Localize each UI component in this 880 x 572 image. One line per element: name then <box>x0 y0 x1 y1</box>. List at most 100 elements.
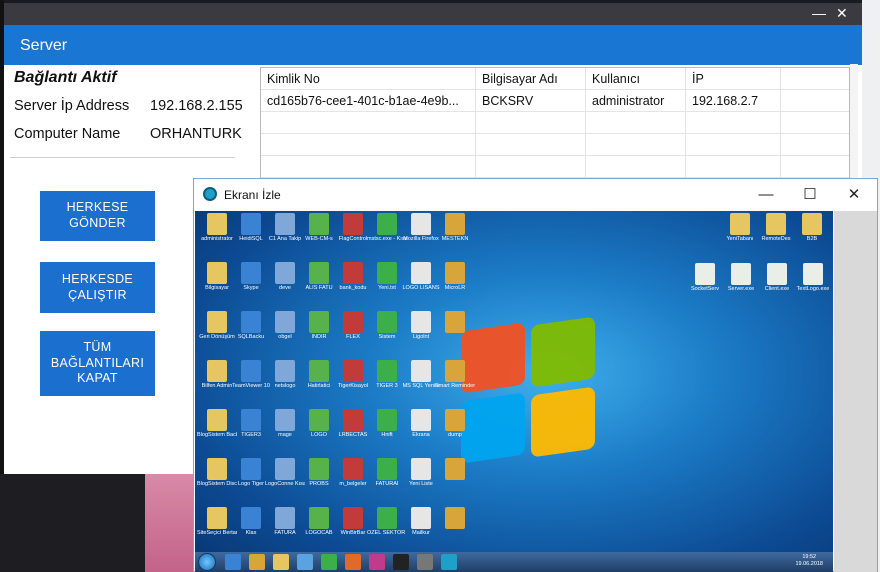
file-icon <box>275 409 295 431</box>
background-dark <box>0 474 145 572</box>
desktop-icon[interactable]: B2B <box>792 213 832 243</box>
terminal-icon[interactable] <box>393 554 409 570</box>
file-icon <box>377 262 397 284</box>
column-header[interactable]: Kullanıcı <box>586 68 686 89</box>
button-line: KAPAT <box>77 371 118 386</box>
desktop-icon[interactable]: Smart Reminder <box>435 360 475 390</box>
connection-status: Bağlantı Aktif <box>14 69 117 86</box>
maximize-icon[interactable]: ☐ <box>790 183 830 207</box>
desktop-icon-label: MESTEKN <box>441 236 469 242</box>
file-icon <box>343 262 363 284</box>
file-icon <box>343 507 363 529</box>
file-icon <box>309 360 329 382</box>
desktop-icon[interactable]: SocketServ <box>685 263 725 293</box>
excel-icon[interactable] <box>321 554 337 570</box>
minimize-icon[interactable]: — <box>812 5 826 21</box>
close-icon[interactable]: ✕ <box>834 183 874 207</box>
table-row <box>261 134 849 156</box>
file-icon <box>802 213 822 235</box>
desktop-icon[interactable]: Server.exe <box>721 263 761 293</box>
server-titlebar[interactable]: — ✕ <box>4 3 862 25</box>
file-icon <box>411 311 431 333</box>
taskbar[interactable]: 19:52 19.06.2018 <box>195 552 833 572</box>
file-icon <box>309 213 329 235</box>
minimize-icon[interactable]: — <box>746 183 786 207</box>
media-icon[interactable] <box>249 554 265 570</box>
taskbar-clock[interactable]: 19:52 19.06.2018 <box>795 554 823 568</box>
desktop-icon-label: Server.exe <box>727 286 755 292</box>
column-header[interactable]: İP <box>686 68 781 89</box>
file-icon <box>343 458 363 480</box>
file-icon <box>767 263 787 285</box>
firefox-icon[interactable] <box>345 554 361 570</box>
table-cell[interactable]: BCKSRV <box>476 90 586 111</box>
file-icon <box>411 458 431 480</box>
desktop-icon[interactable]: dump <box>435 409 475 439</box>
column-header[interactable]: Kimlik No <box>261 68 476 89</box>
file-icon <box>411 409 431 431</box>
desktop-icon[interactable] <box>435 311 475 334</box>
column-header[interactable]: Bilgisayar Adı <box>476 68 586 89</box>
close-all-connections-button[interactable]: TÜM BAĞLANTILARI KAPAT <box>40 331 155 396</box>
server-ip-label: Server İp Address <box>14 98 130 114</box>
file-icon <box>241 360 261 382</box>
start-button-icon[interactable] <box>198 553 216 571</box>
close-icon[interactable]: ✕ <box>836 5 848 22</box>
desktop-icon[interactable]: YeniTabanı <box>720 213 760 243</box>
file-icon <box>241 507 261 529</box>
desktop-icon[interactable]: Client.exe <box>757 263 797 293</box>
folder-icon[interactable] <box>273 554 289 570</box>
table-cell[interactable]: 192.168.2.7 <box>686 90 781 111</box>
desktop-icon[interactable]: MicroLR <box>435 262 475 292</box>
file-icon <box>275 213 295 235</box>
file-icon <box>207 409 227 431</box>
file-icon <box>343 213 363 235</box>
table-cell[interactable] <box>781 90 849 111</box>
file-icon <box>275 262 295 284</box>
file-icon <box>275 360 295 382</box>
run-all-button[interactable]: HERKESDE ÇALIŞTIR <box>40 262 155 313</box>
button-line: BAĞLANTILARI <box>50 355 145 370</box>
app-icon[interactable] <box>369 554 385 570</box>
file-icon <box>411 507 431 529</box>
ie-icon[interactable] <box>225 554 241 570</box>
send-all-button[interactable]: HERKESE GÖNDER <box>40 191 155 241</box>
table-row <box>261 112 849 134</box>
screen-view-window: Ekranı İzle — ☐ ✕ administrator HeidiSQL C… <box>193 178 878 572</box>
desktop-icon-label: Client.exe <box>764 286 790 292</box>
window-title: Server <box>4 25 862 65</box>
file-icon <box>309 409 329 431</box>
file-icon <box>445 213 465 235</box>
view-margin <box>834 211 877 572</box>
app-icon[interactable] <box>441 554 457 570</box>
server-ip-value: 192.168.2.155 <box>150 98 243 114</box>
file-icon <box>241 262 261 284</box>
desktop-icon[interactable]: RemoteDes <box>756 213 796 243</box>
file-icon <box>695 263 715 285</box>
app-icon[interactable] <box>417 554 433 570</box>
desktop-icon[interactable] <box>435 507 475 530</box>
file-icon <box>207 262 227 284</box>
file-icon <box>377 458 397 480</box>
file-icon <box>275 458 295 480</box>
file-icon <box>241 458 261 480</box>
file-icon <box>241 213 261 235</box>
table-cell[interactable]: cd165b76-cee1-401c-b1ae-4e9b... <box>261 90 476 111</box>
file-icon <box>309 458 329 480</box>
file-icon <box>445 409 465 431</box>
desktop-icon[interactable]: TextLogo.exe <box>793 263 833 293</box>
table-row[interactable]: cd165b76-cee1-401c-b1ae-4e9b... BCKSRV a… <box>261 90 849 112</box>
screen-view-titlebar[interactable]: Ekranı İzle — ☐ ✕ <box>194 179 877 211</box>
desktop-icon[interactable] <box>435 458 475 481</box>
remote-desktop-view[interactable]: administrator HeidiSQL C1 Ana Takip WEB-CM-… <box>195 211 833 572</box>
file-icon <box>411 262 431 284</box>
app-icon[interactable] <box>297 554 313 570</box>
table-cell[interactable]: administrator <box>586 90 686 111</box>
button-line: HERKESE <box>66 200 129 215</box>
desktop-icon-label: MicroLR <box>444 285 466 291</box>
file-icon <box>445 360 465 382</box>
column-header[interactable] <box>781 68 849 89</box>
desktop-icon-label: SocketServ <box>690 286 720 292</box>
button-line: TÜM <box>83 340 112 355</box>
desktop-icon[interactable]: MESTEKN <box>435 213 475 243</box>
